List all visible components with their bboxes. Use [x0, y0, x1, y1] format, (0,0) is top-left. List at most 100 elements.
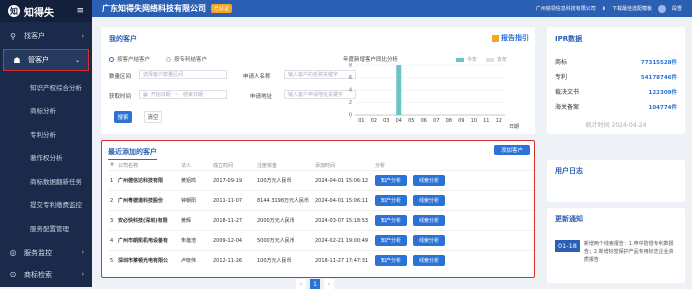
radio-by-customer[interactable]: 按客户结客户: [109, 55, 150, 63]
col-header: 分析: [375, 162, 386, 169]
add-customer-button[interactable]: 添加客户: [494, 145, 530, 155]
cell-no: 5: [110, 257, 114, 264]
avatar[interactable]: [657, 4, 666, 13]
range-placeholder: 选择客户数量区间: [143, 72, 184, 78]
cell-name[interactable]: 广州德信达科技有限: [118, 177, 181, 184]
ipr-stat-row: 海关备案 104774件: [555, 99, 677, 114]
radio-group: 按客户结客户 按专利结客户: [109, 55, 221, 64]
panel-title: 我的客户: [109, 35, 137, 43]
patent-analysis-button[interactable]: 知产分析: [375, 175, 408, 186]
user-company[interactable]: 广州铭领信息科技有限公司: [536, 5, 596, 12]
ipr-stat-value: 122309件: [648, 89, 677, 96]
date-range-input[interactable]: ▦ 开始日期 ~ 结束日期: [139, 90, 227, 99]
logo[interactable]: 知 知得失 ≡: [0, 0, 92, 22]
clue-analysis-button[interactable]: 线索分析: [413, 175, 446, 186]
my-customers-panel: 我的客户 报告指引 按客户结客户 按专利结客户 数量区间 选择客户数量区间 申请…: [101, 27, 535, 134]
sidebar-item-trademark-search[interactable]: ⊙ 商标检索 ›: [0, 264, 92, 286]
calendar-icon: ▦: [143, 91, 148, 98]
cell-person: 朱蓓浩: [181, 238, 197, 244]
cell-added: 2024-03-07 15:18:53: [315, 217, 369, 224]
date-start-placeholder: 开始日期: [150, 92, 171, 98]
sidebar-subitem[interactable]: 商标分析: [0, 99, 92, 123]
ipr-panel: IPR数据 商标 77315528件 专利 54178746件 裁决文书 122309件海…: [547, 27, 685, 134]
sidebar: 知 知得失 ≡ ⚲ 找客户 › ☗ 管客户 ⌄ 知识产权综合分析 商标分析 专利…: [0, 0, 92, 287]
table-row: 4 广州市朗凯机电设备有 朱蓓浩 2009-12-04 5000万元人民币 2024-02…: [108, 230, 534, 250]
col-header: #: [110, 162, 115, 168]
clue-analysis-button[interactable]: 线索分析: [413, 255, 446, 266]
report-icon: [492, 34, 499, 42]
sidebar-item-manage-customer[interactable]: ☗ 管客户 ⌄: [3, 49, 89, 71]
sidebar-subitem[interactable]: 提交专利缴费监控: [0, 193, 92, 217]
date-label: 获取时间: [109, 94, 132, 100]
cell-added: 2024-04-01 15:06:11: [315, 197, 369, 204]
company-name: 广东知得失网络科技有限公司: [102, 4, 206, 13]
sidebar-subitem[interactable]: 知识产权综合分析: [0, 75, 92, 99]
table-row: 2 广州粤德道科技股份 钟朝阳 2011-11-07 8144.3198万元人民币 202…: [108, 190, 534, 210]
x-tick-label: 07: [433, 118, 439, 124]
search-icon: ⊙: [9, 270, 17, 279]
panel-title: 用户日志: [555, 167, 583, 175]
cell-capital: 100万元人民币: [257, 178, 292, 184]
clear-button[interactable]: 清空: [144, 111, 162, 123]
cell-name[interactable]: 安必快科技(深圳)有限: [118, 217, 181, 224]
legend-label: 去年: [497, 57, 508, 63]
notice-panel: 更新通知 01-18 新增两个线索报告：1.申中防侵专利数报告；2.新增标签保护…: [547, 208, 685, 283]
cell-name[interactable]: 广州粤德道科技股份: [118, 197, 181, 204]
cell-name[interactable]: 广州市朗凯机电设备有: [118, 237, 181, 244]
cell-person: 钟朝阳: [181, 198, 197, 204]
sidebar-item-label: 商标检索: [24, 270, 52, 279]
cell-no: 4: [110, 237, 114, 244]
header-right: 广州铭领信息科技有限公司 ⬇ 下载最佳选配模板 段雪: [536, 4, 682, 13]
notice-item[interactable]: 01-18 新增两个线索报告：1.申中防侵专利数报告；2.新增标签保护产品专用标…: [555, 240, 677, 264]
prev-page-button[interactable]: ‹: [296, 279, 306, 289]
sidebar-subitem[interactable]: 专利分析: [0, 122, 92, 146]
search-user-icon: ⚲: [10, 31, 16, 41]
table-row: 5 深圳市莱顿光电有限公 卢晓伟 2012-11-26 100万元人民币 2018-11-…: [108, 250, 534, 270]
cell-date: 2018-11-27: [213, 217, 243, 224]
cell-name[interactable]: 深圳市莱顿光电有限公: [118, 257, 181, 264]
x-tick-label: 04: [396, 118, 402, 124]
cell-capital: 5000万元人民币: [257, 238, 295, 244]
sidebar-subitem[interactable]: 商标数据翻新任务: [0, 169, 92, 193]
y-tick-label: 0: [349, 113, 352, 119]
sidebar-subitem[interactable]: 著作权分析: [0, 146, 92, 170]
user-log-panel: 用户日志: [547, 160, 685, 202]
clue-analysis-button[interactable]: 线索分析: [413, 195, 446, 206]
patent-analysis-button[interactable]: 知产分析: [375, 195, 408, 206]
next-page-button[interactable]: ›: [324, 279, 334, 289]
patent-analysis-button[interactable]: 知产分析: [375, 235, 408, 246]
y-tick-label: 4: [349, 88, 352, 94]
search-button[interactable]: 搜索: [114, 111, 132, 123]
cell-date: 2012-11-26: [213, 257, 243, 264]
cell-capital: 2000万元人民币: [257, 218, 295, 224]
sidebar-item-find-customer[interactable]: ⚲ 找客户 ›: [0, 25, 92, 47]
pagination: ‹ 1 ›: [296, 279, 334, 289]
clue-analysis-button[interactable]: 线索分析: [413, 215, 446, 226]
hamburger-icon[interactable]: ≡: [76, 6, 84, 16]
recent-customers-table: # 公司名称 法人 成立时间 注册资金 添加时间 分析 1 广州德信达科技有限 黄铝…: [108, 160, 534, 270]
address-placeholder: 输入客户申请地址关键字: [288, 92, 344, 98]
patent-analysis-button[interactable]: 知产分析: [375, 215, 408, 226]
chart-title: 年度新增客户同比分析: [343, 57, 399, 63]
x-tick-label: 09: [458, 118, 464, 124]
legend-label: 今年: [467, 57, 478, 63]
sidebar-item-service-monitor[interactable]: ◎ 服务监控 ›: [0, 242, 92, 264]
certified-badge: 已认证: [211, 4, 233, 13]
download-template-link[interactable]: 下载最佳选配模板: [612, 5, 652, 12]
x-tick-label: 02: [371, 118, 377, 124]
sidebar-subitem[interactable]: 服务配置管理: [0, 216, 92, 240]
report-guide-link[interactable]: 报告指引: [492, 33, 529, 43]
patent-analysis-button[interactable]: 知产分析: [375, 255, 408, 266]
date-separator: ~: [174, 91, 179, 98]
clue-analysis-button[interactable]: 线索分析: [413, 235, 446, 246]
col-header: 注册资金: [257, 162, 278, 169]
bar-chart: 0246801 02 03 04 05 06 07 08 09 10 11 12日期: [349, 63, 519, 129]
username[interactable]: 段雪: [672, 5, 682, 12]
radio-by-patent[interactable]: 按专利结客户: [165, 55, 207, 63]
cell-added: 2024-02-21 19:00:49: [315, 237, 369, 244]
date-end-placeholder: 结束日期: [182, 92, 203, 98]
top-header: 广东知得失网络科技有限公司 已认证 广州铭领信息科技有限公司 ⬇ 下载最佳选配模…: [92, 0, 692, 17]
page-current[interactable]: 1: [310, 279, 320, 289]
chart-legend: 今年 去年: [456, 56, 507, 63]
range-select[interactable]: 选择客户数量区间: [139, 70, 227, 79]
